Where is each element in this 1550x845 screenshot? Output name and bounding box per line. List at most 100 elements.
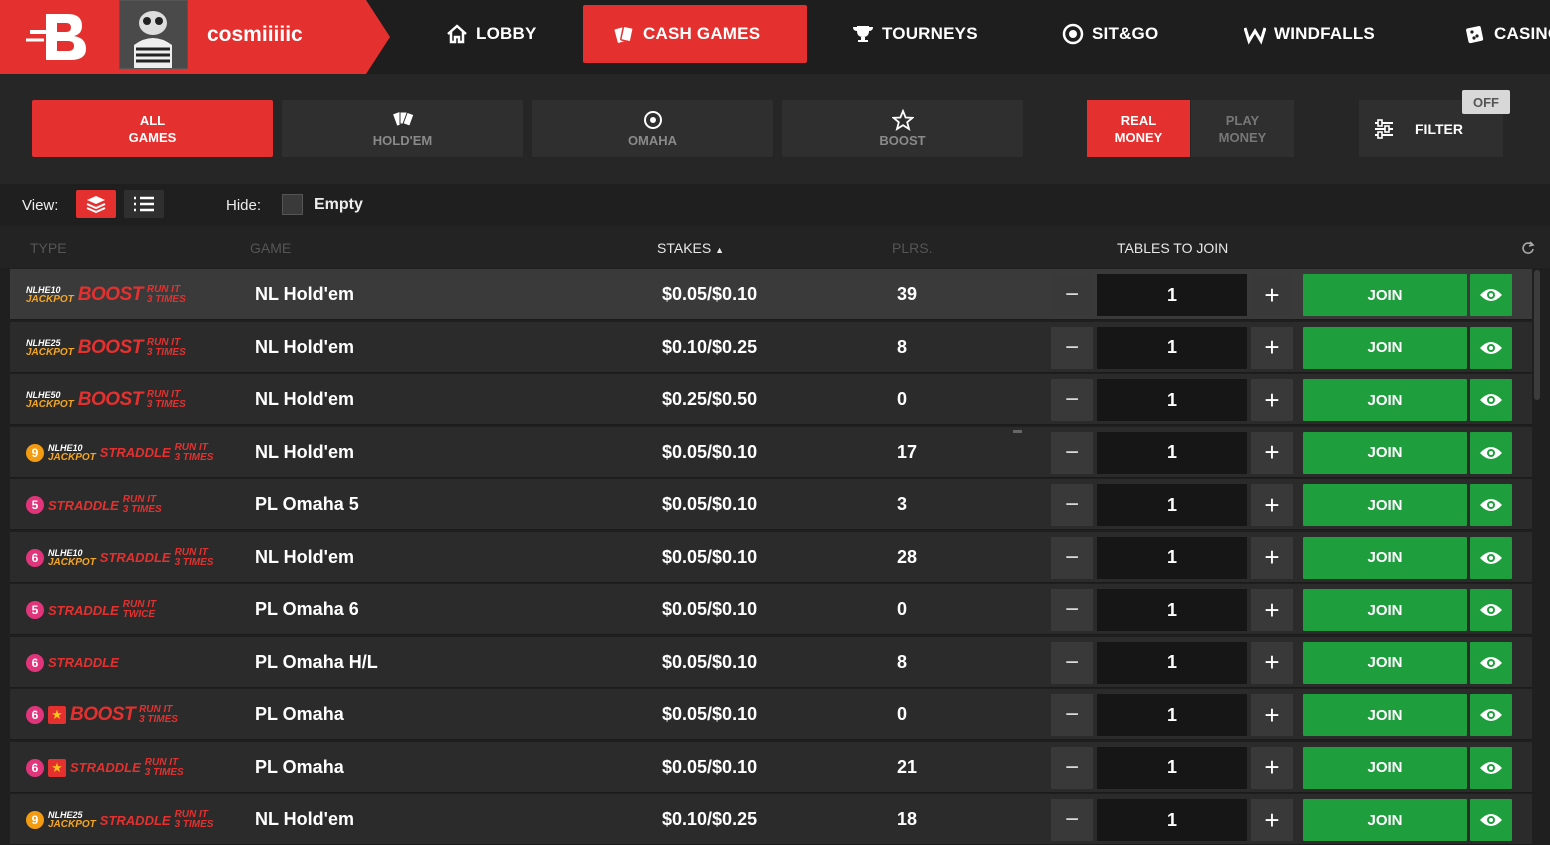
table-row[interactable]: 6 ★ STRADDLE RUN IT 3 TIMES PL Omaha $0.05/… <box>10 741 1532 793</box>
real-money-button[interactable]: REAL MONEY <box>1087 100 1190 157</box>
join-button[interactable]: JOIN <box>1303 536 1467 579</box>
play-money-button[interactable]: PLAY MONEY <box>1191 100 1294 157</box>
game-name: PL Omaha <box>255 704 344 724</box>
decrement-button[interactable]: − <box>1051 799 1093 841</box>
game-name: PL Omaha 6 <box>255 599 359 619</box>
increment-button[interactable]: + <box>1251 536 1293 579</box>
tables-quantity-input[interactable]: 1 <box>1097 589 1247 631</box>
watch-button[interactable] <box>1470 326 1512 369</box>
join-button[interactable]: JOIN <box>1303 641 1467 684</box>
decrement-button[interactable]: − <box>1051 536 1093 579</box>
nav-casino[interactable]: CASINO <box>1464 0 1550 68</box>
increment-button[interactable]: + <box>1251 379 1293 421</box>
decrement-button[interactable]: − <box>1051 379 1093 421</box>
join-button[interactable]: JOIN <box>1303 484 1467 526</box>
tables-quantity-input[interactable]: 1 <box>1097 274 1247 316</box>
tab-omaha[interactable]: OMAHA <box>532 100 773 157</box>
join-button[interactable]: JOIN <box>1303 274 1467 316</box>
watch-button[interactable] <box>1470 536 1512 579</box>
tables-quantity-input[interactable]: 1 <box>1097 431 1247 474</box>
table-row[interactable]: 9 NLHE10 JACKPOT STRADDLE RUN IT 3 TIMES NL … <box>10 426 1532 478</box>
watch-button[interactable] <box>1470 799 1512 841</box>
increment-button[interactable]: + <box>1251 484 1293 526</box>
join-button[interactable]: JOIN <box>1303 589 1467 631</box>
increment-button[interactable]: + <box>1251 641 1293 684</box>
increment-button[interactable]: + <box>1251 746 1293 789</box>
watch-button[interactable] <box>1470 379 1512 421</box>
tab-all-games[interactable]: ALL GAMES <box>32 100 273 157</box>
table-row[interactable]: NLHE10 JACKPOT BOOST RUN IT 3 TIMES NL Hold… <box>10 269 1532 320</box>
tables-quantity-input[interactable]: 1 <box>1097 746 1247 789</box>
tables-quantity-input[interactable]: 1 <box>1097 379 1247 421</box>
join-button[interactable]: JOIN <box>1303 379 1467 421</box>
tables-quantity-input[interactable]: 1 <box>1097 484 1247 526</box>
watch-button[interactable] <box>1470 274 1512 316</box>
column-game[interactable]: GAME <box>250 240 291 256</box>
nav-lobby[interactable]: LOBBY <box>446 0 537 68</box>
column-plrs[interactable]: PLRS. <box>892 240 932 256</box>
table-row[interactable]: 5 STRADDLE RUN IT 3 TIMES PL Omaha 5 $0.05… <box>10 479 1532 530</box>
watch-button[interactable] <box>1470 694 1512 736</box>
watch-button[interactable] <box>1470 641 1512 684</box>
table-row[interactable]: 9 NLHE25 JACKPOT STRADDLE RUN IT 3 TIMES NL … <box>10 794 1532 845</box>
cards-icon <box>614 25 634 43</box>
decrement-button[interactable]: − <box>1051 326 1093 369</box>
increment-button[interactable]: + <box>1251 326 1293 369</box>
tables-quantity-input[interactable]: 1 <box>1097 799 1247 841</box>
brand-logo-icon[interactable] <box>24 10 94 62</box>
avatar[interactable] <box>119 0 188 69</box>
tables-quantity-input[interactable]: 1 <box>1097 694 1247 736</box>
table-row[interactable]: NLHE50 JACKPOT BOOST RUN IT 3 TIMES NL Hold… <box>10 374 1532 425</box>
hide-empty-checkbox[interactable] <box>282 194 303 215</box>
view-list-button[interactable] <box>124 190 164 218</box>
decrement-button[interactable]: − <box>1051 484 1093 526</box>
join-button[interactable]: JOIN <box>1303 694 1467 736</box>
decrement-button[interactable]: − <box>1051 431 1093 474</box>
decrement-button[interactable]: − <box>1051 274 1093 316</box>
run-it-tag: RUN IT TWICE <box>122 599 157 620</box>
refresh-icon[interactable] <box>1521 241 1535 255</box>
decrement-button[interactable]: − <box>1051 746 1093 789</box>
hide-empty-label[interactable]: Empty <box>314 196 363 214</box>
stakes-value: $0.05/$0.10 <box>662 704 758 724</box>
join-button[interactable]: JOIN <box>1303 326 1467 369</box>
increment-button[interactable]: + <box>1251 694 1293 736</box>
table-row[interactable]: 6 NLHE10 JACKPOT STRADDLE RUN IT 3 TIMES NL … <box>10 531 1532 583</box>
seat-count-badge: 6 <box>26 653 44 672</box>
table-row[interactable]: 6 ★ BOOST RUN IT 3 TIMES PL Omaha $0.05/$0.… <box>10 689 1532 740</box>
increment-button[interactable]: + <box>1251 589 1293 631</box>
tables-quantity-input[interactable]: 1 <box>1097 641 1247 684</box>
decrement-button[interactable]: − <box>1051 641 1093 684</box>
column-stakes[interactable]: STAKES ▲ <box>657 240 724 256</box>
game-name: NL Hold'em <box>255 284 354 304</box>
table-row[interactable]: 5 STRADDLE RUN IT TWICE PL Omaha 6 $0.05/$… <box>10 584 1532 635</box>
column-type[interactable]: TYPE <box>30 240 67 256</box>
run-it-tag: RUN IT 3 TIMES <box>146 389 186 410</box>
watch-button[interactable] <box>1470 746 1512 789</box>
tab-holdem[interactable]: HOLD'EM <box>282 100 523 157</box>
nav-windfalls[interactable]: WINDFALLS <box>1244 0 1375 68</box>
join-button[interactable]: JOIN <box>1303 431 1467 474</box>
username[interactable]: cosmiiiiic <box>207 23 303 47</box>
join-button[interactable]: JOIN <box>1303 746 1467 789</box>
table-row[interactable]: 6 STRADDLE PL Omaha H/L $0.05/$0.10 8 − 1… <box>10 636 1532 688</box>
increment-button[interactable]: + <box>1251 431 1293 474</box>
nav-cash-games[interactable]: CASH GAMES <box>583 5 807 63</box>
watch-button[interactable] <box>1470 431 1512 474</box>
increment-button[interactable]: + <box>1251 274 1293 316</box>
watch-button[interactable] <box>1470 484 1512 526</box>
watch-button[interactable] <box>1470 589 1512 631</box>
increment-button[interactable]: + <box>1251 799 1293 841</box>
nav-tourneys[interactable]: TOURNEYS <box>852 0 978 68</box>
tables-quantity-input[interactable]: 1 <box>1097 536 1247 579</box>
tab-boost[interactable]: BOOST <box>782 100 1023 157</box>
tables-quantity-input[interactable]: 1 <box>1097 326 1247 369</box>
table-row[interactable]: NLHE25 JACKPOT BOOST RUN IT 3 TIMES NL Hold… <box>10 321 1532 373</box>
seat-count-badge: 6 <box>26 706 44 724</box>
scrollbar[interactable] <box>1534 270 1540 400</box>
nav-sitgo[interactable]: SIT&GO <box>1062 0 1158 68</box>
join-button[interactable]: JOIN <box>1303 799 1467 841</box>
view-grouped-button[interactable] <box>76 190 116 218</box>
decrement-button[interactable]: − <box>1051 694 1093 736</box>
decrement-button[interactable]: − <box>1051 589 1093 631</box>
